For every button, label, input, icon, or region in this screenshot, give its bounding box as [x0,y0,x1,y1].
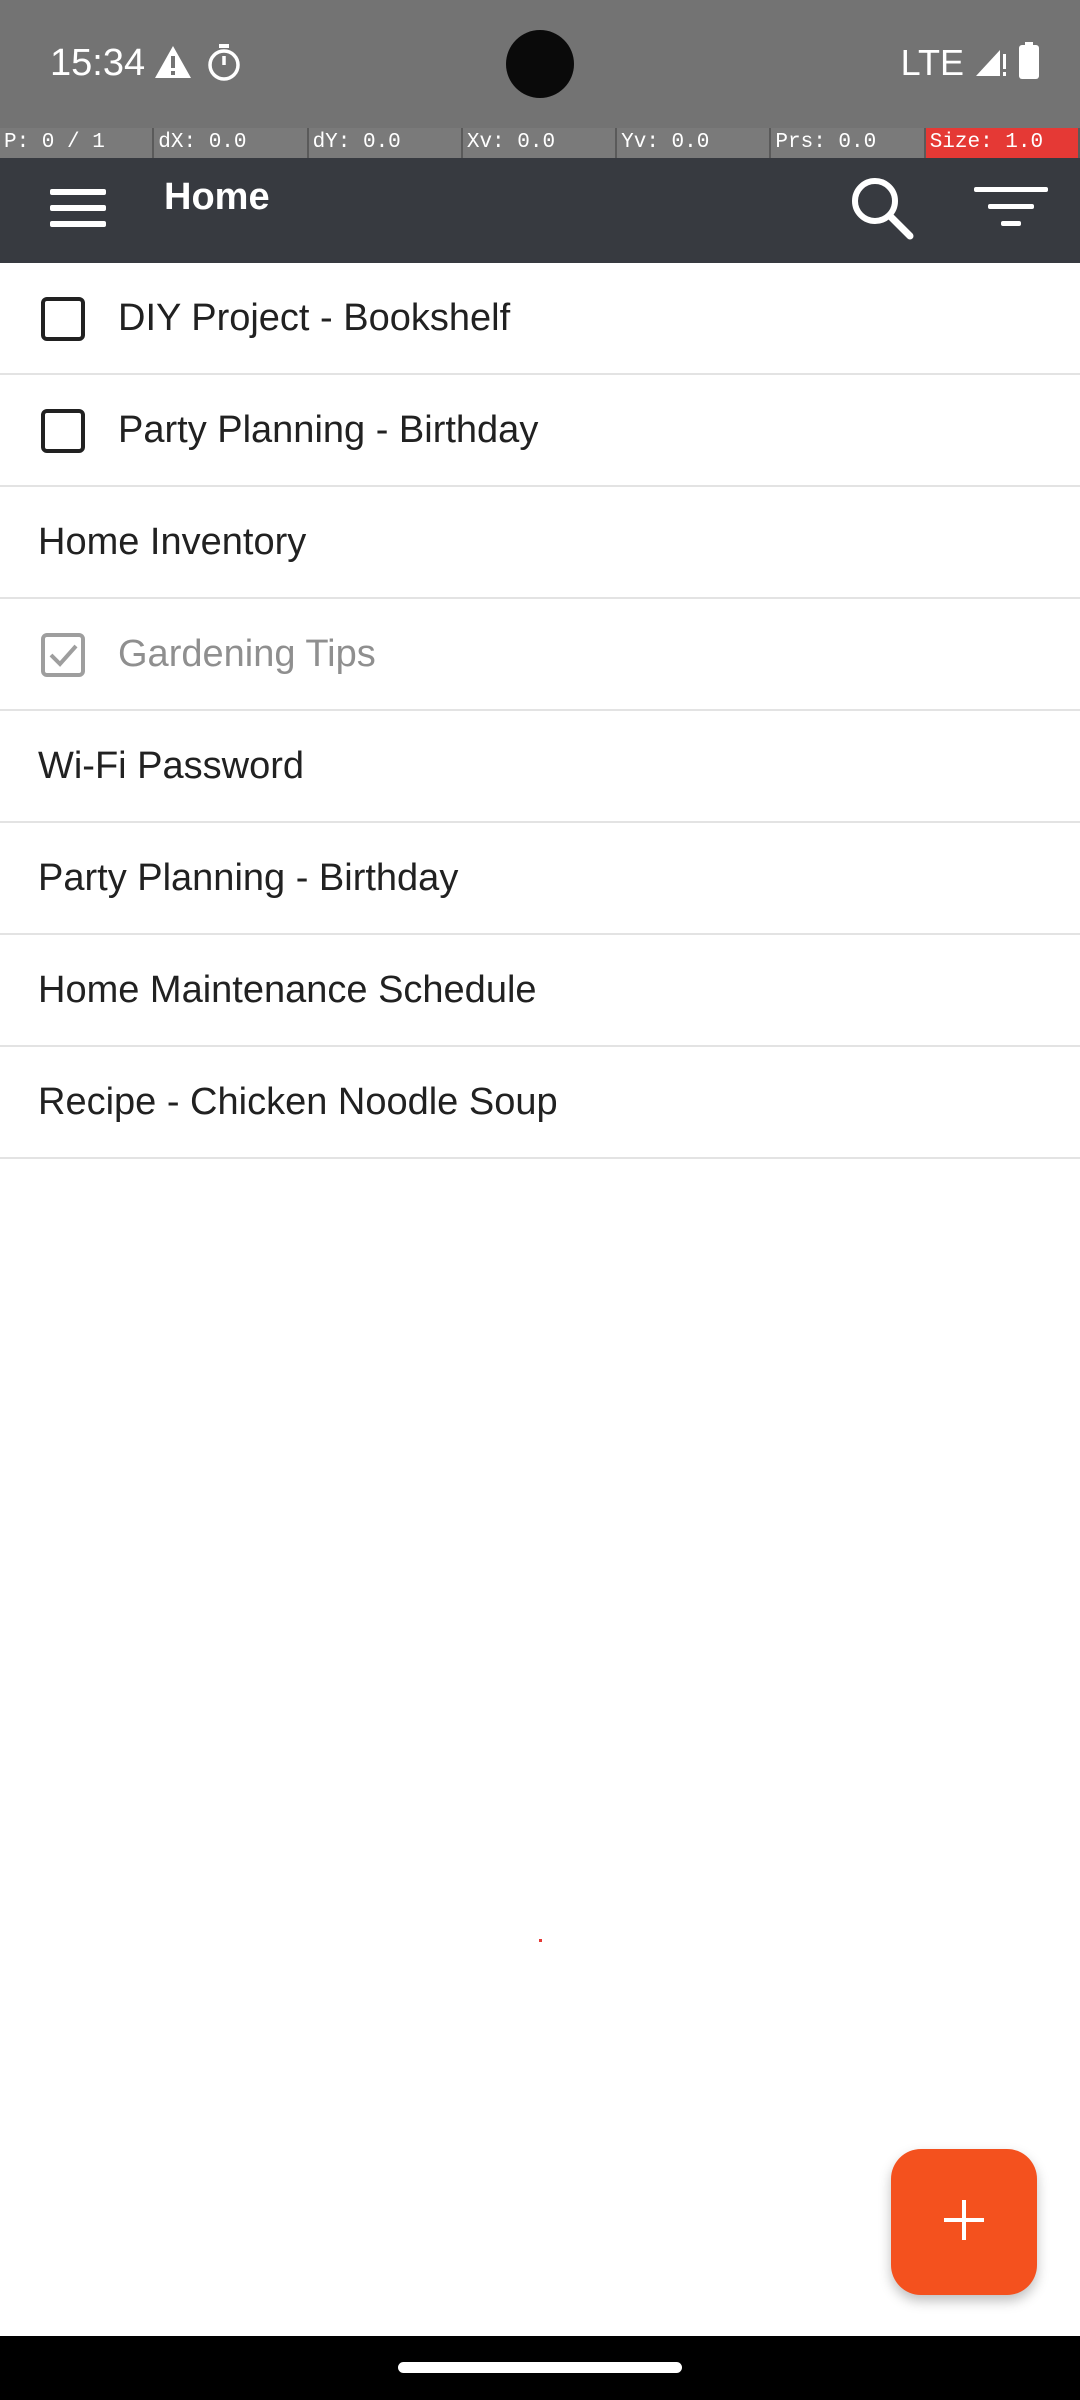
list-item[interactable]: Wi-Fi Password [0,711,1080,823]
network-type-label: LTE [900,42,964,83]
timer-icon [206,43,242,86]
filter-button[interactable] [966,164,1056,254]
checkbox-checked-icon[interactable] [40,632,86,678]
debug-xv: Xv: 0.0 [462,128,618,158]
list-item[interactable]: Party Planning - Birthday [0,375,1080,487]
home-gesture-handle[interactable] [398,2362,682,2373]
battery-icon [1018,41,1040,85]
list-item-label: Gardening Tips [118,633,376,675]
list-item-label: Home Inventory [38,521,307,563]
list-item[interactable]: Home Maintenance Schedule [0,935,1080,1047]
list-item[interactable]: Recipe - Chicken Noodle Soup [0,1047,1080,1159]
list-item-label: Wi-Fi Password [38,745,305,787]
signal-icon [974,44,1008,83]
filter-sort-icon [974,185,1048,234]
status-system-icons: LTE [901,38,1040,88]
menu-button[interactable] [36,168,120,252]
status-notification-icons [154,43,242,86]
debug-pointer-count: P: 0 / 1 [0,128,155,158]
list-item-label: Party Planning - Birthday [118,409,539,451]
debug-size: Size: 1.0 [925,128,1080,158]
search-button[interactable] [836,164,926,254]
page-title: Home [164,176,270,218]
touch-indicator-dot [539,1939,542,1942]
app-screen: 15:34 LTE P: 0 / 1 dX: 0.0 dY: 0.0 Xv: 0… [0,0,1080,2400]
list-item-label: DIY Project - Bookshelf [118,297,511,339]
warning-icon [154,44,192,85]
item-list: DIY Project - Bookshelf Party Planning -… [0,263,1080,1159]
debug-dy: dY: 0.0 [308,128,463,158]
debug-yv: Yv: 0.0 [617,128,772,158]
checkbox-unchecked-icon[interactable] [40,296,86,342]
list-item[interactable]: Party Planning - Birthday [0,823,1080,935]
front-camera-cutout [506,30,574,98]
pointer-debug-overlay: P: 0 / 1 dX: 0.0 dY: 0.0 Xv: 0.0 Yv: 0.0… [0,128,1080,158]
system-navigation-bar [0,2336,1080,2400]
search-icon [848,174,914,245]
list-item[interactable]: DIY Project - Bookshelf [0,263,1080,375]
debug-dx: dX: 0.0 [154,128,309,158]
list-item-label: Party Planning - Birthday [38,857,459,899]
list-item-label: Home Maintenance Schedule [38,969,537,1011]
add-item-button[interactable] [891,2149,1037,2295]
list-item[interactable]: Gardening Tips [0,599,1080,711]
hamburger-menu-icon [48,187,108,234]
status-time: 15:34 [50,42,146,84]
status-bar: 15:34 LTE [0,0,1080,128]
list-item[interactable]: Home Inventory [0,487,1080,599]
app-bar: Home [0,158,1080,263]
checkbox-unchecked-icon[interactable] [40,408,86,454]
list-item-label: Recipe - Chicken Noodle Soup [38,1081,558,1123]
debug-pressure: Prs: 0.0 [771,128,926,158]
plus-icon [942,2198,986,2247]
